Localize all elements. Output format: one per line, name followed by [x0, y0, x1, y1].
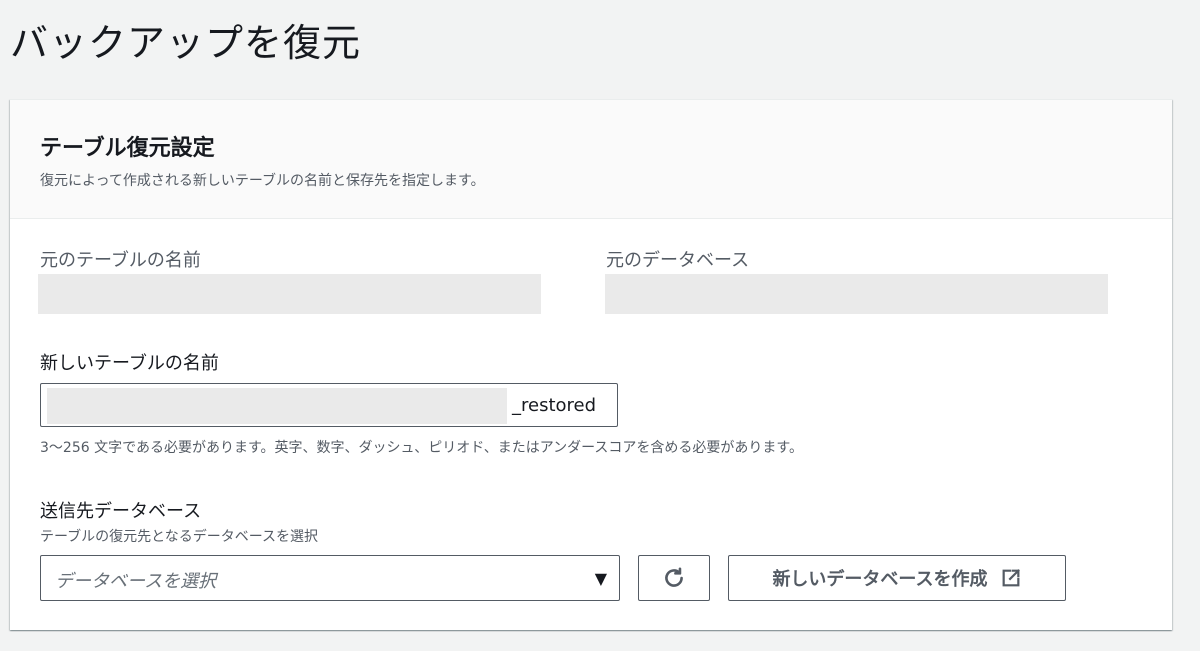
destination-database-description: テーブルの復元先となるデータベースを選択 [40, 529, 319, 545]
destination-database-placeholder: データベースを選択 [55, 571, 217, 592]
new-table-name-value[interactable] [47, 388, 507, 424]
new-table-name-label: 新しいテーブルの名前 [40, 353, 219, 374]
caret-down-icon: ▼ [594, 569, 607, 588]
new-table-name-input[interactable]: _restored [40, 383, 618, 427]
panel-header: テーブル復元設定 復元によって作成される新しいテーブルの名前と保存先を指定します… [10, 100, 1172, 219]
new-table-name-suffix: _restored [512, 395, 597, 416]
new-table-name-constraint: 3〜256 文字である必要があります。英字、数字、ダッシュ、ピリオド、またはアン… [40, 440, 804, 456]
source-database-value [605, 274, 1108, 314]
section-title: テーブル復元設定 [40, 136, 215, 161]
source-table-label: 元のテーブルの名前 [40, 250, 201, 271]
refresh-button[interactable] [638, 555, 710, 601]
source-table-value [38, 274, 541, 314]
external-link-icon [1002, 569, 1020, 587]
restore-settings-panel: テーブル復元設定 復元によって作成される新しいテーブルの名前と保存先を指定します… [10, 99, 1172, 630]
create-database-button[interactable]: 新しいデータベースを作成 [728, 555, 1066, 601]
refresh-icon [665, 567, 683, 587]
destination-database-label: 送信先データベース [40, 501, 202, 522]
section-description: 復元によって作成される新しいテーブルの名前と保存先を指定します。 [40, 173, 485, 189]
page-title: バックアップを復元 [10, 21, 362, 65]
destination-database-select[interactable]: データベースを選択 ▼ [40, 555, 620, 601]
create-database-label: 新しいデータベースを作成 [772, 569, 988, 590]
source-database-label: 元のデータベース [606, 250, 750, 271]
